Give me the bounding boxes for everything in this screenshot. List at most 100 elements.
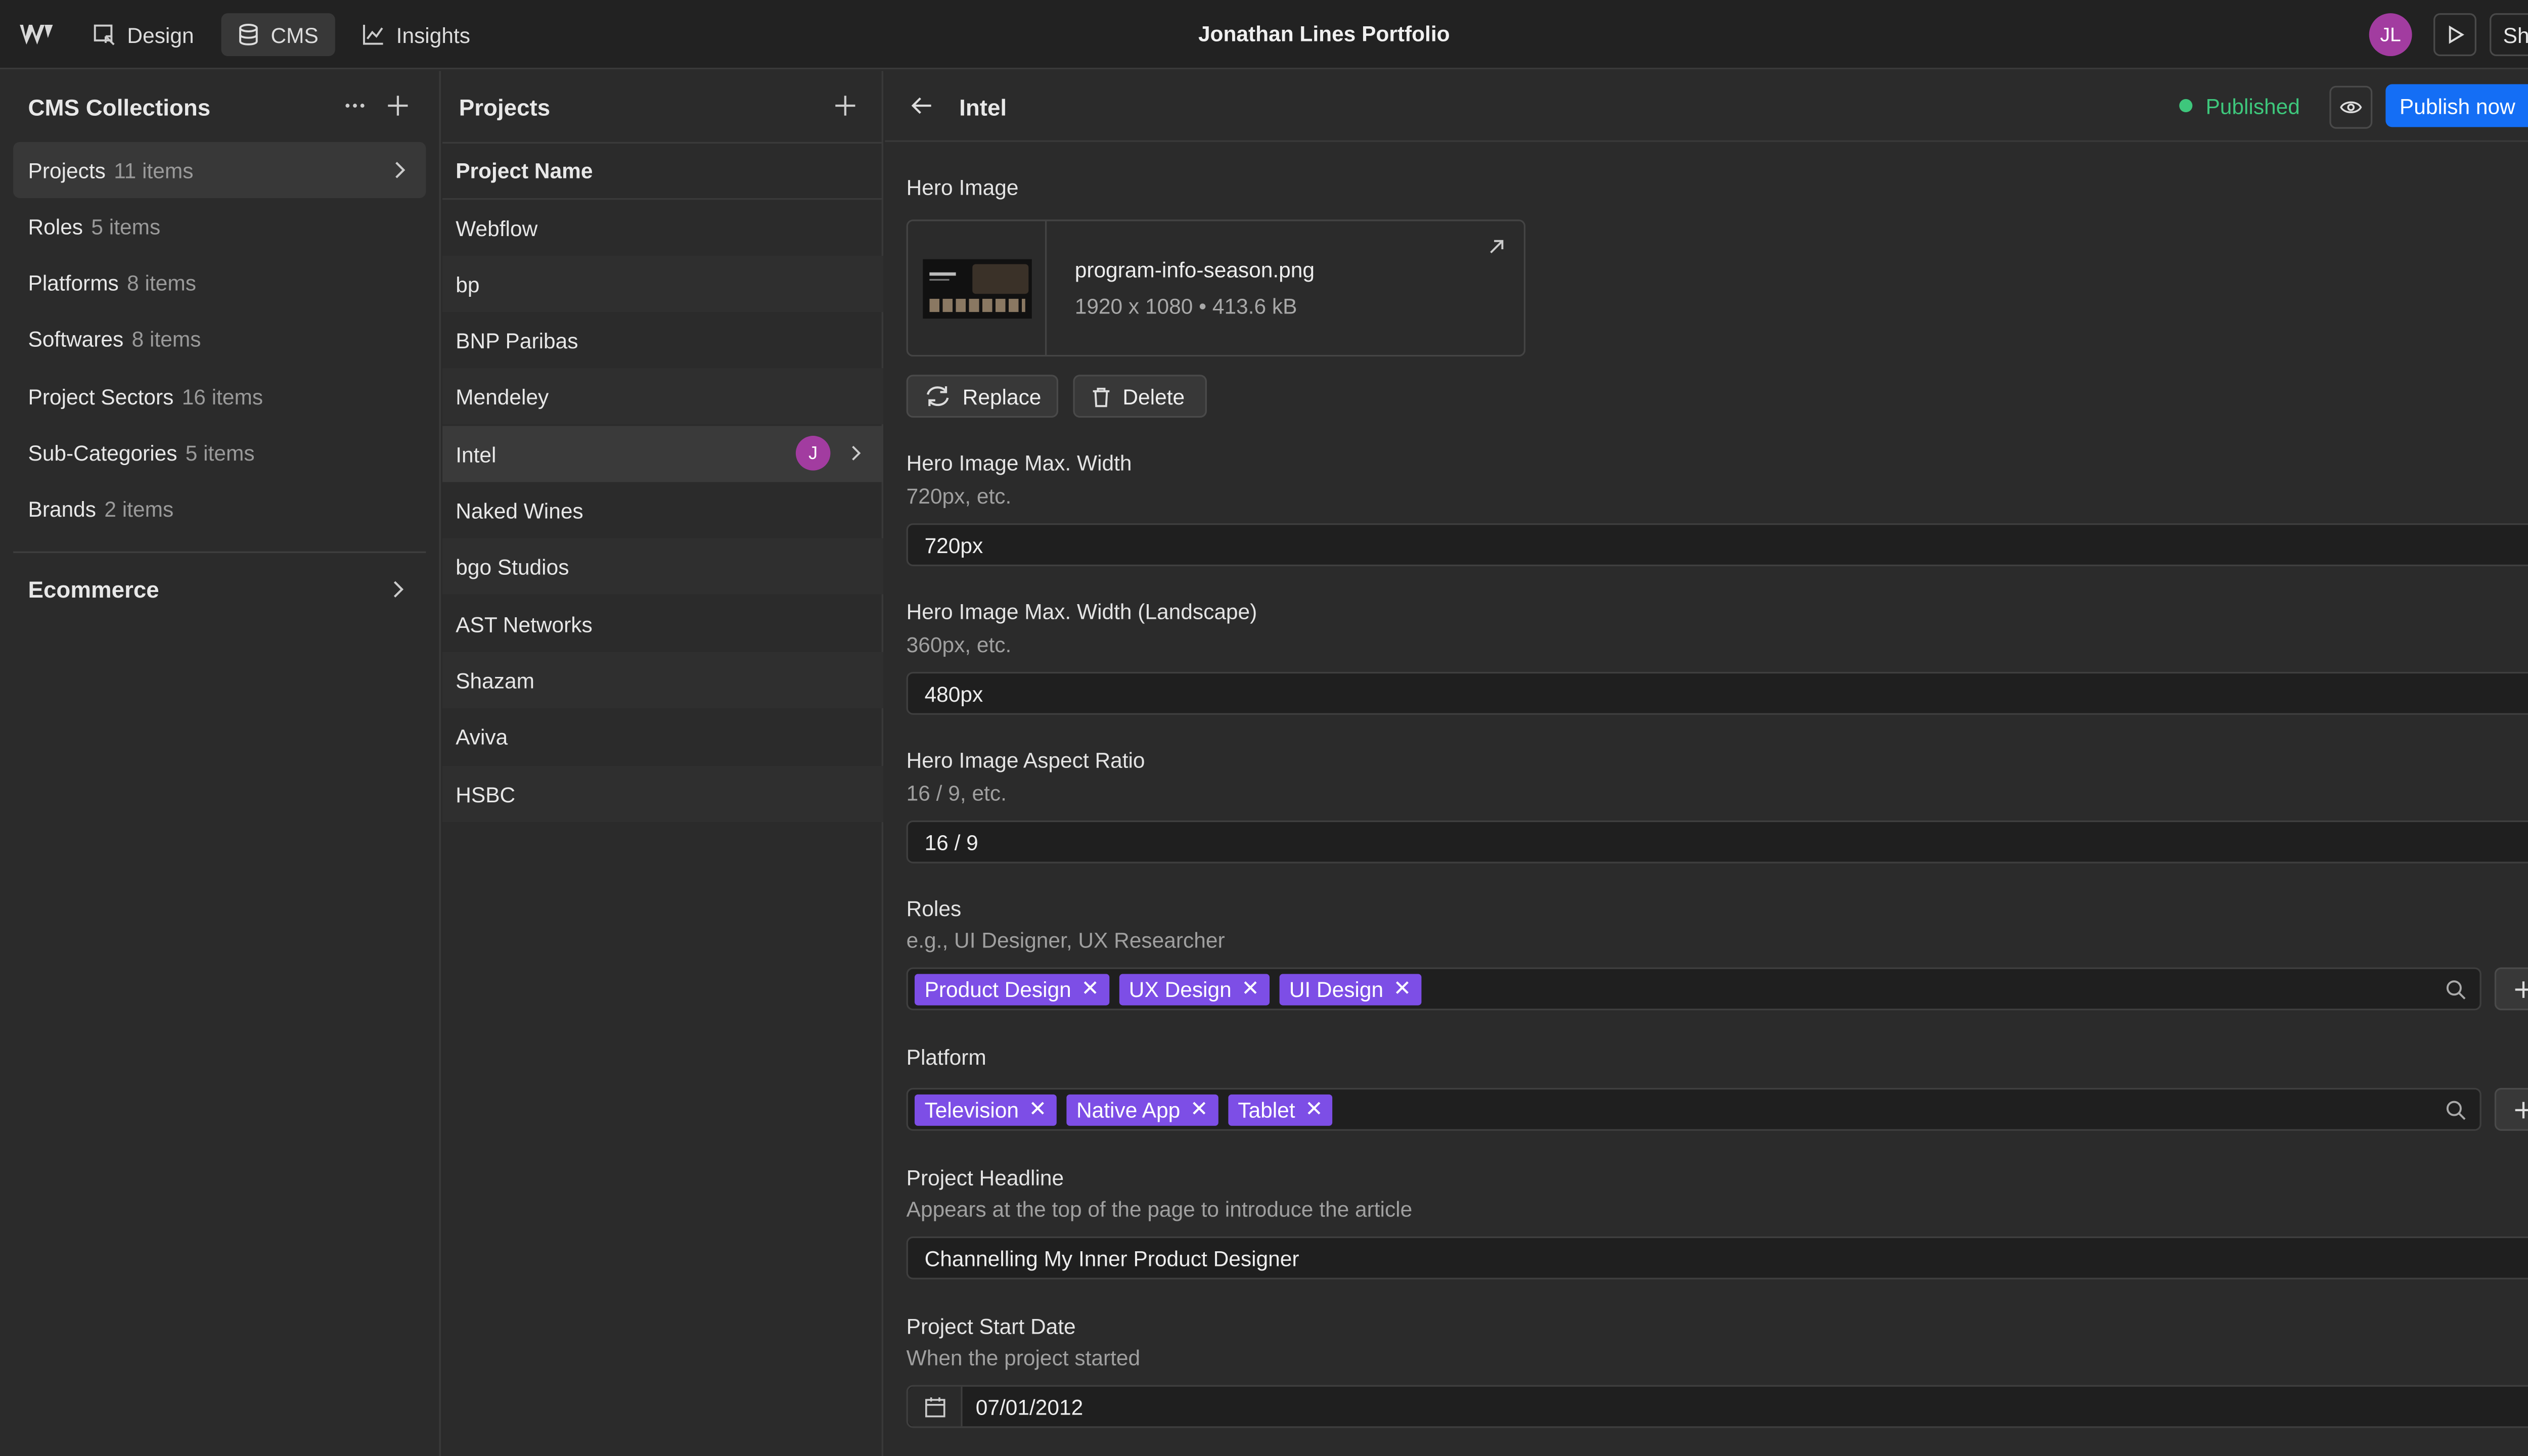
replace-label: Replace xyxy=(962,384,1042,409)
tag-label: Television xyxy=(924,1097,1019,1122)
tag-chip[interactable]: Native App ✕ xyxy=(1066,1094,1218,1125)
add-item-icon[interactable] xyxy=(834,94,857,117)
remove-tag-icon[interactable]: ✕ xyxy=(1081,976,1099,1002)
list-item[interactable]: Aviva xyxy=(442,708,883,764)
field-label: Hero Image xyxy=(906,175,1019,200)
date-value: 07/01/2012 xyxy=(975,1395,1084,1420)
remove-tag-icon[interactable]: ✕ xyxy=(1029,1096,1047,1122)
hero-image-card[interactable]: program-info-season.png 1920 x 1080 • 41… xyxy=(906,219,1526,357)
chevron-right-icon xyxy=(393,160,406,180)
sidebar-item-sub-categories[interactable]: Sub-Categories 5 items xyxy=(13,424,426,480)
tag-label: Native App xyxy=(1076,1097,1181,1122)
chevron-right-icon xyxy=(850,444,862,462)
field-hint: 16 / 9, etc. xyxy=(906,781,1007,806)
sidebar-item-project-sectors[interactable]: Project Sectors 16 items xyxy=(13,368,426,424)
project-headline-input[interactable]: Channelling My Inner Product Designer xyxy=(906,1236,2528,1280)
field-label: Roles xyxy=(906,896,962,922)
list-item[interactable]: bp xyxy=(442,256,883,312)
replace-image-button[interactable]: Replace xyxy=(906,375,1059,418)
list-item[interactable]: BNP Paribas xyxy=(442,312,883,368)
list-item-selected[interactable]: Intel J xyxy=(442,426,883,482)
add-platform-button[interactable] xyxy=(2494,1087,2528,1131)
list-item[interactable]: HSBC xyxy=(442,766,883,823)
sidebar-item-projects[interactable]: Projects 11 items xyxy=(13,142,426,198)
list-item[interactable]: Webflow xyxy=(442,200,883,256)
field-label: Hero Image Max. Width xyxy=(906,450,1132,476)
list-item[interactable]: AST Networks xyxy=(442,596,883,652)
tag-chip[interactable]: Tablet ✕ xyxy=(1228,1094,1333,1125)
status-badge: Published xyxy=(2205,94,2300,119)
tag-chip[interactable]: UX Design ✕ xyxy=(1119,973,1270,1005)
share-button[interactable]: Share xyxy=(2490,13,2528,57)
tag-chip[interactable]: UI Design ✕ xyxy=(1279,973,1421,1005)
image-thumbnail xyxy=(908,221,1047,355)
tag-chip[interactable]: Product Design ✕ xyxy=(914,973,1109,1005)
sidebar-item-brands[interactable]: Brands 2 items xyxy=(13,480,426,536)
item-detail-panel: Intel Published Publish now Hero Image p… xyxy=(885,71,2528,1456)
sidebar-item-label: Project Sectors xyxy=(28,384,174,409)
sidebar-item-count: 16 items xyxy=(182,384,263,409)
image-preview xyxy=(922,258,1031,318)
status-dot xyxy=(2179,99,2193,113)
project-title: Jonathan Lines Portfolio xyxy=(1198,21,1450,47)
sidebar-item-count: 5 items xyxy=(185,440,255,465)
search-icon[interactable] xyxy=(2445,979,2466,1000)
add-collection-icon[interactable] xyxy=(386,94,410,117)
list-item[interactable]: Naked Wines xyxy=(442,482,883,538)
collaborator-avatar: J xyxy=(795,436,831,471)
list-title: Projects xyxy=(459,94,551,121)
delete-image-button[interactable]: Delete xyxy=(1073,375,1207,418)
item-title: Intel xyxy=(959,94,1007,121)
chevron-right-icon[interactable] xyxy=(391,579,404,599)
tag-chip[interactable]: Television ✕ xyxy=(914,1094,1057,1125)
list-item-label: Intel xyxy=(456,441,496,467)
sidebar-item-label: Softwares xyxy=(28,326,124,351)
roles-multi-reference-field[interactable]: Product Design ✕ UX Design ✕ UI Design ✕ xyxy=(906,967,2481,1011)
hero-max-width-input[interactable]: 720px xyxy=(906,523,2528,566)
detail-header: Intel Published Publish now xyxy=(885,71,2528,142)
list-item[interactable]: bgo Studios xyxy=(442,538,883,595)
more-options-icon[interactable] xyxy=(343,94,367,117)
back-arrow-icon[interactable] xyxy=(910,94,933,117)
preview-button[interactable] xyxy=(2433,13,2476,57)
field-label: Platform xyxy=(906,1044,986,1070)
sidebar-item-count: 5 items xyxy=(91,213,161,239)
remove-tag-icon[interactable]: ✕ xyxy=(1241,976,1259,1002)
publish-now-button[interactable]: Publish now xyxy=(2385,84,2528,127)
remove-tag-icon[interactable]: ✕ xyxy=(1190,1096,1208,1122)
column-header-project-name[interactable]: Project Name xyxy=(442,142,883,200)
field-hint: Appears at the top of the page to introd… xyxy=(906,1197,1413,1222)
sidebar-item-softwares[interactable]: Softwares 8 items xyxy=(13,310,426,367)
tag-label: UI Design xyxy=(1289,976,1384,1002)
sidebar-item-label: Projects xyxy=(28,157,106,183)
collections-sidebar: CMS Collections Projects 11 items Roles … xyxy=(0,71,441,1456)
trash-icon xyxy=(1091,385,1111,406)
platform-multi-reference-field[interactable]: Television ✕ Native App ✕ Tablet ✕ xyxy=(906,1087,2481,1131)
field-hint: When the project started xyxy=(906,1345,1141,1371)
delete-label: Delete xyxy=(1122,384,1185,409)
remove-tag-icon[interactable]: ✕ xyxy=(1305,1096,1323,1122)
sidebar-item-count: 8 items xyxy=(127,269,196,295)
field-hint: 360px, etc. xyxy=(906,632,1012,657)
sidebar-item-count: 8 items xyxy=(131,326,201,351)
calendar-icon[interactable] xyxy=(908,1386,963,1427)
preview-item-button[interactable] xyxy=(2329,85,2373,129)
ecommerce-section[interactable]: Ecommerce xyxy=(28,576,159,603)
sidebar-item-label: Platforms xyxy=(28,269,119,295)
list-item[interactable]: Shazam xyxy=(442,652,883,708)
search-icon[interactable] xyxy=(2445,1100,2466,1121)
sidebar-item-roles[interactable]: Roles 5 items xyxy=(13,198,426,254)
sidebar-item-label: Brands xyxy=(28,496,97,521)
list-item[interactable]: Mendeley xyxy=(442,368,883,425)
user-avatar[interactable]: JL xyxy=(2369,13,2412,57)
field-label: Hero Image Max. Width (Landscape) xyxy=(906,599,1257,624)
project-start-date-field[interactable]: 07/01/2012 xyxy=(906,1385,2528,1428)
external-link-icon[interactable] xyxy=(1487,238,1506,256)
plus-icon xyxy=(2514,1100,2528,1118)
hero-aspect-ratio-input[interactable]: 16 / 9 xyxy=(906,820,2528,863)
add-role-button[interactable] xyxy=(2494,967,2528,1011)
sidebar-item-platforms[interactable]: Platforms 8 items xyxy=(13,254,426,310)
hero-max-width-landscape-input[interactable]: 480px xyxy=(906,671,2528,715)
remove-tag-icon[interactable]: ✕ xyxy=(1393,976,1412,1002)
items-list-panel: Projects Project Name Webflow bp BNP Par… xyxy=(442,71,883,1456)
